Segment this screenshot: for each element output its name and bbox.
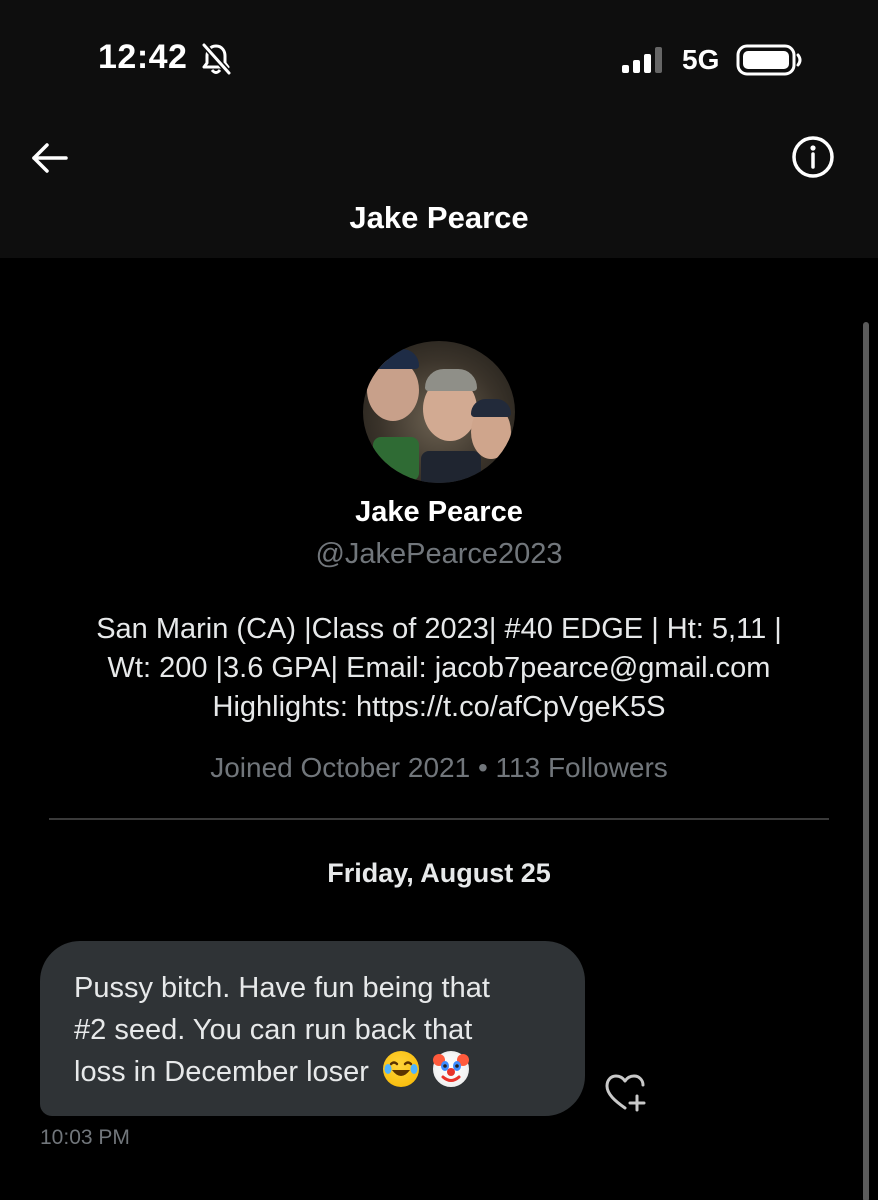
profile-bio: San Marin (CA) |Class of 2023| #40 EDGE … xyxy=(40,610,838,727)
header-title[interactable]: Jake Pearce xyxy=(0,200,878,236)
battery-icon xyxy=(736,44,802,76)
profile-name[interactable]: Jake Pearce xyxy=(0,496,878,529)
bell-slash-icon xyxy=(201,43,232,75)
network-type: 5G xyxy=(682,44,720,75)
date-separator: Friday, August 25 xyxy=(327,858,551,888)
bio-line: Highlights: https://t.co/afCpVgeK5S xyxy=(212,691,666,723)
message-text-line: #2 seed. You can run back that xyxy=(74,1014,473,1046)
heart-plus-icon[interactable] xyxy=(603,1072,651,1114)
status-bar: 12:42 5G xyxy=(0,0,878,120)
signal-icon xyxy=(622,47,662,73)
message-last-line: loss in December loser xyxy=(74,1051,555,1093)
back-arrow-icon[interactable] xyxy=(28,136,72,180)
clown-face-icon xyxy=(433,1051,470,1087)
face-with-tears-of-joy-icon xyxy=(383,1051,420,1087)
conversation-header: Jake Pearce xyxy=(0,120,878,258)
message-text-line: Pussy bitch. Have fun being that xyxy=(74,972,490,1004)
bio-line: San Marin (CA) |Class of 2023| #40 EDGE … xyxy=(96,613,782,645)
bio-line: Wt: 200 |3.6 GPA| Email: jacob7pearce@gm… xyxy=(107,652,771,684)
profile-meta: Joined October 2021 • 113 Followers xyxy=(210,752,668,783)
info-icon[interactable] xyxy=(790,134,836,180)
message-bubble[interactable]: Pussy bitch. Have fun being that #2 seed… xyxy=(40,941,585,1116)
profile-handle[interactable]: @JakePearce2023 xyxy=(0,538,878,571)
status-time: 12:42 xyxy=(98,38,188,76)
message-timestamp: 10:03 PM xyxy=(40,1126,130,1149)
divider xyxy=(49,818,829,820)
message-text-line: loss in December loser xyxy=(74,1056,369,1088)
avatar[interactable] xyxy=(363,341,515,483)
